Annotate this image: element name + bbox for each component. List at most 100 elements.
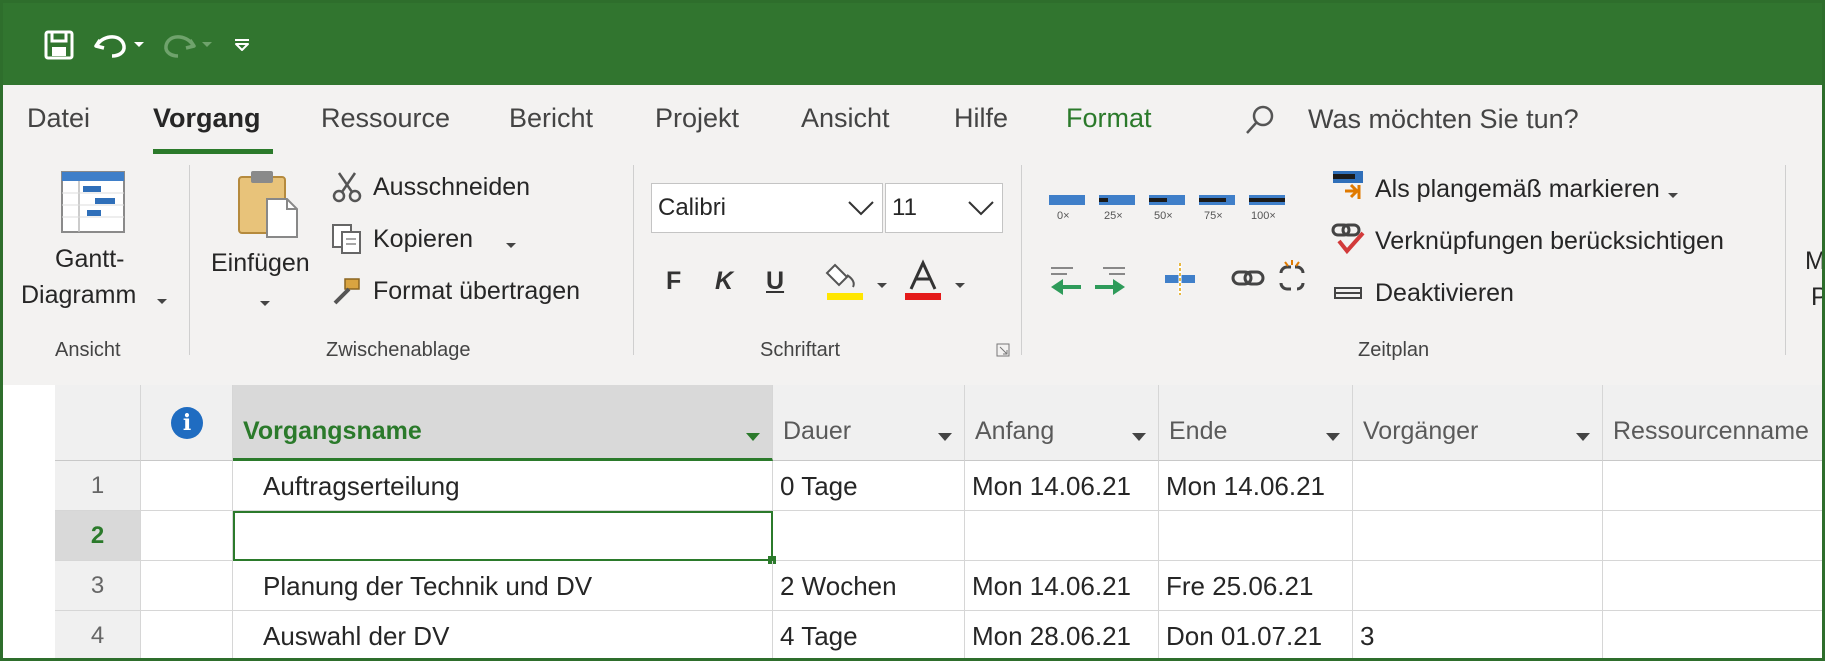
predecessor-cell[interactable] xyxy=(1353,461,1603,511)
select-all-corner[interactable] xyxy=(55,385,141,461)
column-header-ressourcenname[interactable]: Ressourcenname xyxy=(1603,385,1822,461)
resource-cell[interactable] xyxy=(1603,461,1822,511)
mark-on-track-icon[interactable] xyxy=(1331,169,1365,208)
filter-dropdown-icon[interactable] xyxy=(746,433,760,441)
resource-cell[interactable] xyxy=(1603,611,1822,658)
gantt-chart-icon[interactable] xyxy=(61,171,125,238)
start-cell[interactable]: Mon 14.06.21 xyxy=(965,561,1159,611)
font-size-select[interactable]: 11 xyxy=(885,183,1003,233)
bold-button[interactable]: F xyxy=(666,267,681,296)
paste-dropdown-icon[interactable] xyxy=(259,295,271,313)
indicator-cell[interactable] xyxy=(141,561,233,611)
task-name-cell[interactable]: Auftragserteilung xyxy=(233,461,773,511)
table-row[interactable]: 4 Auswahl der DV 4 Tage Mon 28.06.21 Don… xyxy=(55,611,1822,658)
column-header-vorgangsname[interactable]: Vorgangsname xyxy=(233,385,773,461)
move-left-icon[interactable] xyxy=(1047,263,1083,302)
tab-datei[interactable]: Datei xyxy=(27,103,90,134)
deactivate-button[interactable]: Deaktivieren xyxy=(1375,279,1514,308)
customize-toolbar-icon[interactable] xyxy=(227,25,257,65)
indicator-cell[interactable] xyxy=(141,611,233,658)
gantt-dropdown-icon[interactable] xyxy=(156,293,168,311)
tab-hilfe[interactable]: Hilfe xyxy=(954,103,1008,134)
unlink-tasks-icon[interactable] xyxy=(1275,259,1309,302)
row-number[interactable]: 3 xyxy=(55,561,141,611)
split-task-icon[interactable] xyxy=(1163,261,1197,302)
paste-label[interactable]: Einfügen xyxy=(211,249,310,278)
redo-icon[interactable] xyxy=(159,25,199,65)
filter-dropdown-icon[interactable] xyxy=(1576,433,1590,441)
format-painter-button[interactable]: Format übertragen xyxy=(373,277,580,306)
column-header-vorgaenger[interactable]: Vorgänger xyxy=(1353,385,1603,461)
filter-dropdown-icon[interactable] xyxy=(1326,433,1340,441)
duration-cell[interactable]: 2 Wochen xyxy=(773,561,965,611)
table-row[interactable]: 1 Auftragserteilung 0 Tage Mon 14.06.21 … xyxy=(55,461,1822,511)
task-name-cell[interactable]: Planung der Technik und DV xyxy=(233,561,773,611)
end-cell[interactable]: Don 01.07.21 xyxy=(1159,611,1353,658)
highlight-dropdown-icon[interactable] xyxy=(876,277,888,295)
font-dialog-launcher-icon[interactable] xyxy=(996,343,1010,362)
resource-cell[interactable] xyxy=(1603,511,1822,561)
move-right-icon[interactable] xyxy=(1093,263,1129,302)
end-cell[interactable]: Fre 25.06.21 xyxy=(1159,561,1353,611)
end-cell[interactable] xyxy=(1159,511,1353,561)
start-cell[interactable]: Mon 14.06.21 xyxy=(965,461,1159,511)
italic-button[interactable]: K xyxy=(715,267,733,296)
gantt-diagram-label-line1[interactable]: Gantt- xyxy=(55,245,124,274)
font-color-dropdown-icon[interactable] xyxy=(954,277,966,295)
mark-on-track-button[interactable]: Als plangemäß markieren xyxy=(1375,175,1660,204)
predecessor-cell[interactable] xyxy=(1353,511,1603,561)
resource-cell[interactable] xyxy=(1603,561,1822,611)
cut-button[interactable]: Ausschneiden xyxy=(373,173,530,202)
underline-button[interactable]: U xyxy=(766,267,784,296)
redo-dropdown-icon[interactable] xyxy=(199,25,215,65)
group-separator xyxy=(1021,165,1022,355)
undo-dropdown-icon[interactable] xyxy=(131,25,147,65)
indicator-cell[interactable] xyxy=(141,461,233,511)
highlight-color-icon[interactable] xyxy=(825,259,865,306)
start-cell[interactable] xyxy=(965,511,1159,561)
tab-ansicht[interactable]: Ansicht xyxy=(801,103,890,134)
tab-format[interactable]: Format xyxy=(1066,103,1152,134)
scissors-icon[interactable] xyxy=(331,171,363,208)
predecessor-cell[interactable] xyxy=(1353,561,1603,611)
tab-ressource[interactable]: Ressource xyxy=(321,103,450,134)
predecessor-cell[interactable]: 3 xyxy=(1353,611,1603,658)
column-header-ende[interactable]: Ende xyxy=(1159,385,1353,461)
font-family-select[interactable]: Calibri xyxy=(651,183,883,233)
row-number[interactable]: 2 xyxy=(55,511,141,561)
respect-links-button[interactable]: Verknüpfungen berücksichtigen xyxy=(1375,227,1724,256)
row-number[interactable]: 4 xyxy=(55,611,141,658)
deactivate-icon[interactable] xyxy=(1333,283,1363,308)
respect-links-icon[interactable] xyxy=(1331,221,1365,260)
filter-dropdown-icon[interactable] xyxy=(938,433,952,441)
search-input[interactable]: Was möchten Sie tun? xyxy=(1308,104,1579,135)
save-icon[interactable] xyxy=(41,25,77,65)
column-header-dauer[interactable]: Dauer xyxy=(773,385,965,461)
table-row[interactable]: 3 Planung der Technik und DV 2 Wochen Mo… xyxy=(55,561,1822,611)
tab-vorgang[interactable]: Vorgang xyxy=(153,103,261,134)
row-number[interactable]: 1 xyxy=(55,461,141,511)
format-painter-icon[interactable] xyxy=(331,275,363,312)
font-color-icon[interactable] xyxy=(903,259,943,306)
link-tasks-icon[interactable] xyxy=(1231,265,1265,298)
indicator-column-header[interactable]: i xyxy=(141,385,233,461)
copy-button[interactable]: Kopieren xyxy=(373,225,473,254)
copy-icon[interactable] xyxy=(331,223,363,260)
mark-on-track-dropdown-icon[interactable] xyxy=(1667,187,1679,205)
duration-cell[interactable]: 4 Tage xyxy=(773,611,965,658)
duration-cell[interactable] xyxy=(773,511,965,561)
indicator-cell[interactable] xyxy=(141,511,233,561)
filter-dropdown-icon[interactable] xyxy=(1132,433,1146,441)
start-cell[interactable]: Mon 28.06.21 xyxy=(965,611,1159,658)
column-header-anfang[interactable]: Anfang xyxy=(965,385,1159,461)
gantt-diagram-label-line2[interactable]: Diagramm xyxy=(21,281,136,310)
undo-icon[interactable] xyxy=(91,25,131,65)
duration-cell[interactable]: 0 Tage xyxy=(773,461,965,511)
end-cell[interactable]: Mon 14.06.21 xyxy=(1159,461,1353,511)
paste-icon[interactable] xyxy=(237,169,301,244)
tab-bericht[interactable]: Bericht xyxy=(509,103,593,134)
tab-projekt[interactable]: Projekt xyxy=(655,103,739,134)
task-name-cell[interactable]: Auswahl der DV xyxy=(233,611,773,658)
search-icon[interactable] xyxy=(1243,103,1277,137)
copy-dropdown-icon[interactable] xyxy=(505,237,517,255)
